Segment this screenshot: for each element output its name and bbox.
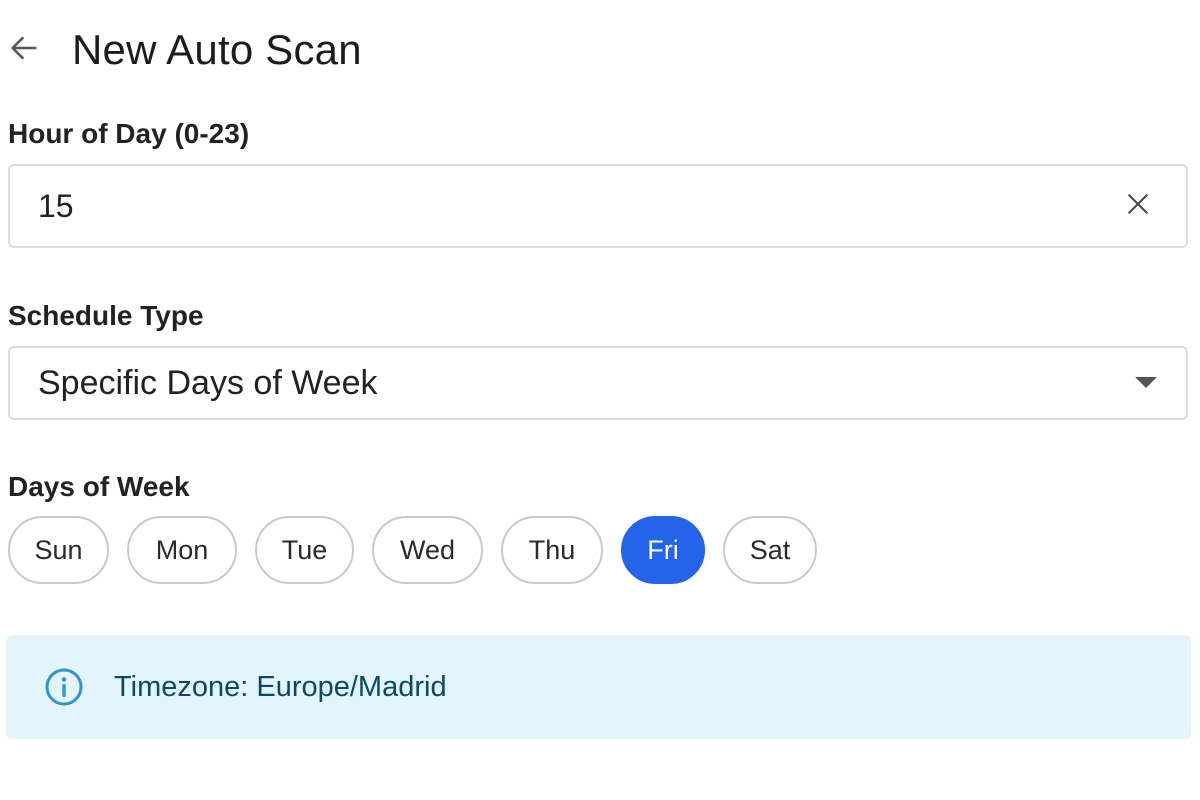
info-icon (44, 667, 84, 707)
page-title: New Auto Scan (72, 26, 362, 73)
hour-of-day-input[interactable] (10, 165, 1108, 247)
schedule-type-select[interactable]: Specific Days of Week (8, 346, 1188, 420)
hour-of-day-field (8, 164, 1188, 248)
timezone-info-banner: Timezone: Europe/Madrid (6, 635, 1191, 739)
days-of-week-label: Days of Week (8, 471, 190, 502)
close-icon (1125, 191, 1151, 222)
arrow-left-icon (7, 31, 41, 70)
caret-down-icon (1126, 363, 1166, 403)
timezone-text: Timezone: Europe/Madrid (114, 670, 447, 703)
new-auto-scan-page: New Auto Scan Hour of Day (0-23) Schedul… (0, 0, 1200, 800)
hour-of-day-label: Hour of Day (0-23) (8, 118, 250, 149)
schedule-type-label: Schedule Type (8, 300, 204, 331)
day-chip-sat[interactable]: Sat (723, 516, 817, 584)
schedule-type-value: Specific Days of Week (38, 363, 378, 402)
page-header: New Auto Scan (0, 18, 362, 82)
day-chip-mon[interactable]: Mon (127, 516, 237, 584)
clear-button[interactable] (1108, 176, 1168, 236)
day-chip-thu[interactable]: Thu (501, 516, 603, 584)
day-chip-sun[interactable]: Sun (8, 516, 109, 584)
day-chip-wed[interactable]: Wed (372, 516, 483, 584)
days-of-week-group: Sun Mon Tue Wed Thu Fri Sat (8, 516, 835, 584)
back-button[interactable] (2, 28, 46, 72)
day-chip-tue[interactable]: Tue (255, 516, 354, 584)
day-chip-fri[interactable]: Fri (621, 516, 705, 584)
